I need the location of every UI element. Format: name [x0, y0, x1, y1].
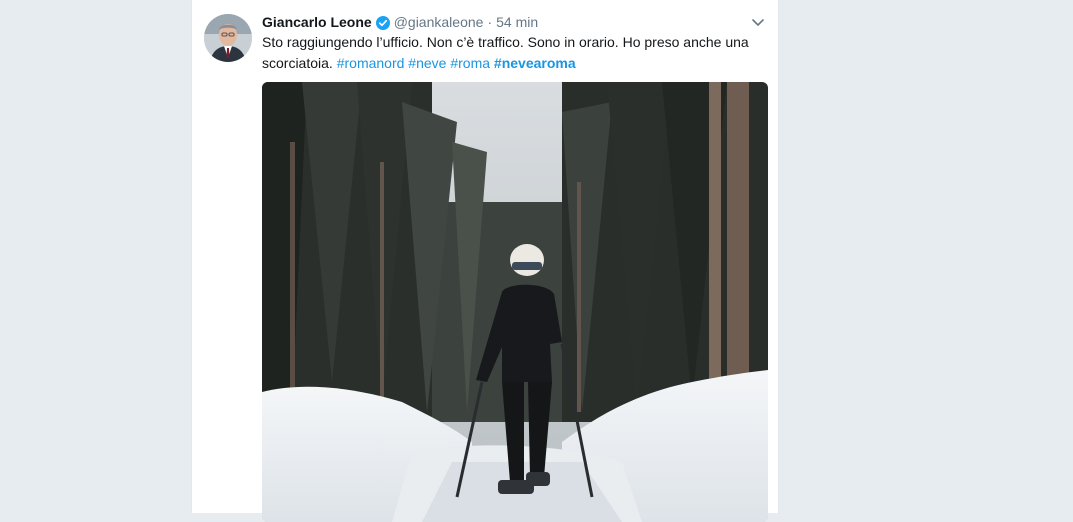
tweet-video[interactable]	[262, 82, 768, 522]
avatar-image	[204, 14, 252, 62]
author-avatar[interactable]	[204, 14, 252, 62]
tweet-text-line2: scorciatoia.	[262, 55, 333, 71]
tweet-text: Sto raggiungendo l’ufficio. Non c’è traf…	[262, 32, 762, 74]
tweet-timestamp[interactable]: 54 min	[496, 12, 538, 32]
hashtag-neve[interactable]: #neve	[408, 55, 446, 71]
separator-dot: ·	[487, 14, 493, 30]
tweet-card[interactable]: Giancarlo Leone @giankaleone · 54 min St…	[191, 0, 779, 522]
hashtag-roma[interactable]: #roma	[450, 55, 490, 71]
tweet-header: Giancarlo Leone @giankaleone · 54 min	[262, 12, 538, 32]
author-handle[interactable]: @giankaleone	[394, 12, 484, 32]
verified-badge-icon	[375, 15, 390, 30]
tweet-text-line1: Sto raggiungendo l’ufficio. Non c’è traf…	[262, 34, 749, 50]
author-name[interactable]: Giancarlo Leone	[262, 12, 372, 32]
chevron-down-icon[interactable]	[750, 14, 766, 30]
hashtag-nevearoma[interactable]: #nevearoma	[494, 55, 576, 71]
video-thumbnail	[262, 82, 768, 522]
hashtag-romanord[interactable]: #romanord	[337, 55, 405, 71]
